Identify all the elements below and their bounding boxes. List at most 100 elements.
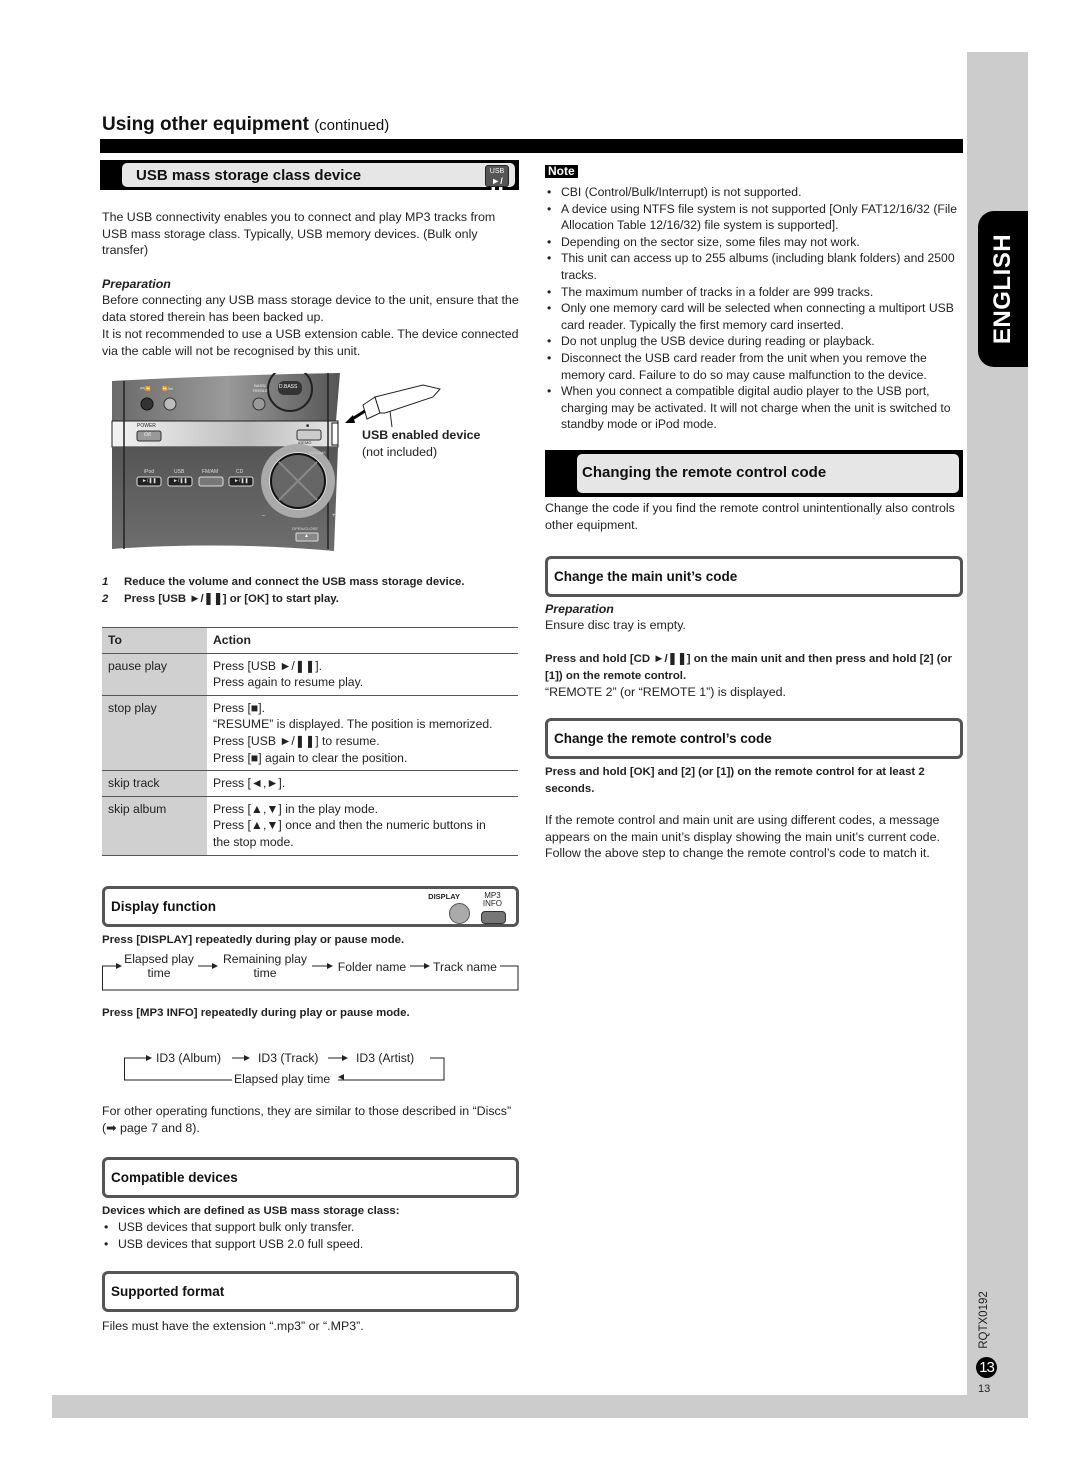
column-header-action: Action [213,633,251,647]
list-item: USB devices that support USB 2.0 full sp… [102,1236,522,1253]
remote-code-heading: Changing the remote control code [545,450,963,497]
eject-icon: ▲ [304,533,309,539]
step-text: Reduce the volume and connect the USB ma… [124,576,465,588]
action-line: Press [◄,►]. [213,776,286,791]
list-item: When you connect a compatible digital au… [545,383,965,433]
preparation-text-2: It is not recommended to use a USB exten… [102,327,519,358]
step-2: 2 Press [USB ►/❚❚] or [OK] to start play. [102,591,522,608]
usb-stick-illustration [345,383,445,433]
step-1: 1 Reduce the volume and connect the USB m… [102,574,522,591]
heading-text: Display function [111,899,217,914]
remote-control-code-heading: Change the remote control’s code [545,718,963,759]
action-line: Press again to resume play. [213,675,364,690]
open-close-label: OPEN/CLOSE [292,526,319,531]
preparation-text: Ensure disc tray is empty. [545,618,686,632]
display-instruction: Press [DISPLAY] repeatedly during play o… [102,934,405,946]
flow-id3-artist: ID3 (Artist) [356,1051,415,1065]
list-item: This unit can access up to 255 albums (i… [545,250,965,283]
action-line: Press [USB ►/❚❚]. [213,658,323,673]
table-row: skip album Press [▲,▼] in the play mode.… [102,796,518,856]
volume-label: VOLUME [309,450,326,455]
ipod-play-label: ►/❚❚ [142,478,157,484]
list-item: Depending on the sector size, some files… [545,234,965,251]
action-line: Press [■]. [213,700,266,715]
preparation-label: Preparation [545,602,614,616]
page-title-suffix: (continued) [314,117,390,134]
flow-text-line: time [253,966,277,980]
usb-play-label: ►/❚❚ [173,478,188,484]
volume-minus-label: – [262,513,266,519]
step-number: 1 [102,576,109,588]
table-row: pause play Press [USB ►/❚❚]. Press again… [102,653,518,696]
demo-label: •DEMO [298,440,312,445]
bottom-strip [52,1395,1028,1418]
row-action: Press [USB ►/❚❚]. Press again to resume … [207,653,518,695]
bass-treble-button [252,397,266,411]
flow-id3-album: ID3 (Album) [156,1051,222,1065]
usb-port [331,422,339,446]
ipod-label: iPod [144,469,155,475]
mp3-info-flow-diagram: ID3 (Album) ID3 (Track) ID3 (Artist) Ela… [124,1048,446,1086]
stop-label: ■ [306,423,310,429]
compatible-devices-heading: Compatible devices [102,1157,519,1198]
list-item: The maximum number of tracks in a folder… [545,284,965,301]
mp3-info-instruction: Press [MP3 INFO] repeatedly during play … [102,1007,410,1019]
action-line: Press [▲,▼] once and then the numeric bu… [213,818,486,833]
note-list: CBI (Control/Bulk/Interrupt) is not supp… [545,184,965,433]
heading-text: Change the main unit’s code [554,569,738,584]
mp3-info-label: MP3 INFO [483,892,502,908]
page-title-main: Using other equipment [102,114,309,135]
supported-format-heading: Supported format [102,1271,519,1312]
flow-remaining-time: Remaining play time [218,952,312,980]
mp3-info-button-icon [481,911,506,924]
flow-elapsed-time: Elapsed play time [234,1072,331,1086]
row-action: Press [■]. “RESUME” is displayed. The po… [207,695,518,770]
cd-label: CD [236,469,244,475]
main-unit-instruction: Press and hold [CD ►/❚❚] on the main uni… [545,653,952,682]
volume-plus-label: + [332,513,336,519]
main-unit-code-heading: Change the main unit’s code [545,556,963,597]
action-table: To Action pause play Press [USB ►/❚❚]. P… [102,627,518,856]
preparation-text-1: Before connecting any USB mass storage d… [102,293,519,324]
display-button-icon [449,903,470,924]
flow-id3-track: ID3 (Track) [258,1051,319,1065]
list-item: Do not unplug the USB device during read… [545,333,965,350]
list-item: Only one memory card will be selected wh… [545,300,965,333]
display-flow-diagram: Elapsed play time Remaining play time Fo… [102,950,520,992]
document-code-text: RQTX0192 [978,1291,990,1349]
list-item: USB devices that support bulk only trans… [102,1219,522,1236]
usb-badge-top: USB [489,168,505,175]
flow-folder-name: Folder name [337,960,407,974]
heading-text: Supported format [111,1284,225,1299]
heading-text: Change the remote control’s code [554,731,772,746]
flow-text-line: Remaining play [222,952,307,966]
language-tab: ENGLISH [978,211,1028,367]
list-item: Disconnect the USB card reader from the … [545,350,965,383]
skip-forward-label: ⏩/⏭ [162,386,173,391]
usb-badge-bottom: ►/❚❚ [489,176,505,196]
action-line: Press [■] again to clear the position. [213,750,408,765]
table-row: skip track Press [◄,►]. [102,770,518,797]
usb-label: USB [174,469,185,475]
preparation-label: Preparation [102,277,171,291]
skip-back-button [140,397,154,411]
skip-forward-button [163,397,177,411]
usb-stick-icon [345,384,441,428]
step-number: 2 [102,593,109,605]
dbass-label: D.BASS [279,384,298,390]
flow-text-line: Elapsed play [124,952,194,966]
list-item: CBI (Control/Bulk/Interrupt) is not supp… [545,184,965,201]
bass-treble-label: BASS/ TREBLE [252,383,268,393]
power-button-label: ⏻/I [144,432,151,438]
cd-play-label: ►/❚❚ [234,478,249,484]
figure-caption-note: (not included) [362,445,438,459]
remote-instruction: Press and hold [OK] and [2] (or [1]) on … [545,766,925,795]
page-number-badge: 13 [976,1357,997,1378]
fmam-label: FM/AM [202,469,219,475]
device-illustration: ⏮/⏪ ⏩/⏭ BASS/ TREBLE D.BASS POWER ⏻/I ■ … [102,366,340,553]
action-line: the stop mode. [213,834,294,849]
note-label: Note [545,165,578,178]
heading-text: USB mass storage class device [136,167,362,184]
title-rule [100,139,963,153]
row-to: stop play [102,695,207,771]
